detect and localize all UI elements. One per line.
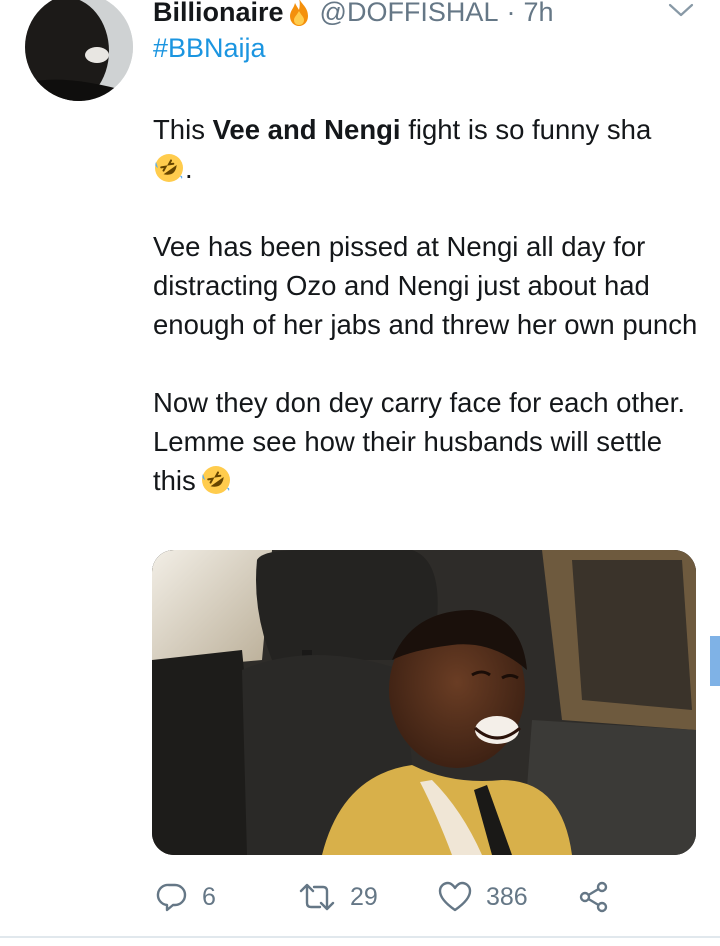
like-button[interactable]: 386 <box>438 873 528 921</box>
p1-text-end: fight is so funny sha <box>400 114 652 145</box>
chevron-down-icon[interactable] <box>668 2 694 18</box>
p3-text: Now they don dey carry face for each oth… <box>153 387 685 496</box>
tweet-text: This Vee and Nengi fight is so funny sha… <box>153 110 708 539</box>
fire-icon <box>286 0 312 27</box>
reply-icon <box>156 883 187 912</box>
reply-count: 6 <box>202 882 216 911</box>
p1-bold-names: Vee and Nengi <box>212 114 401 145</box>
heart-icon <box>438 881 472 912</box>
retweet-icon <box>299 883 335 911</box>
rolling-on-floor-laughing-emoji-icon <box>153 152 185 184</box>
photo-child-laughing-in-car <box>152 550 696 855</box>
retweet-count: 29 <box>350 882 378 911</box>
author-avatar[interactable] <box>25 0 133 101</box>
author-handle[interactable]: @DOFFISHAL <box>320 0 499 28</box>
tweet-divider <box>0 936 720 938</box>
share-button[interactable] <box>578 873 610 921</box>
tweet-paragraph-2: Vee has been pissed at Nengi all day for… <box>153 231 698 340</box>
p1-period: . <box>185 153 193 184</box>
rolling-on-floor-laughing-emoji-icon <box>200 464 232 496</box>
header-separator: · <box>506 0 516 27</box>
tweet-paragraph-1: This Vee and Nengi fight is so funny sha… <box>153 110 708 188</box>
hashtag-link[interactable]: #BBNaija <box>153 33 266 64</box>
tweet-paragraph-3: Now they don dey carry face for each oth… <box>153 383 708 500</box>
p1-text-start: This <box>153 114 213 145</box>
author-display-name[interactable]: Billionaire <box>153 0 284 28</box>
tweet-header: Billionaire @DOFFISHAL · 7h <box>153 0 554 32</box>
share-icon <box>579 881 608 913</box>
avatar-photo <box>25 0 133 101</box>
tweet-media-photo[interactable] <box>152 550 696 855</box>
like-count: 386 <box>486 882 528 911</box>
reply-button[interactable]: 6 <box>156 873 216 921</box>
tweet-actions-bar: 6 29 386 <box>0 873 720 921</box>
tweet-timestamp[interactable]: 7h <box>523 0 553 28</box>
retweet-button[interactable]: 29 <box>298 873 378 921</box>
scroll-indicator <box>710 636 720 686</box>
